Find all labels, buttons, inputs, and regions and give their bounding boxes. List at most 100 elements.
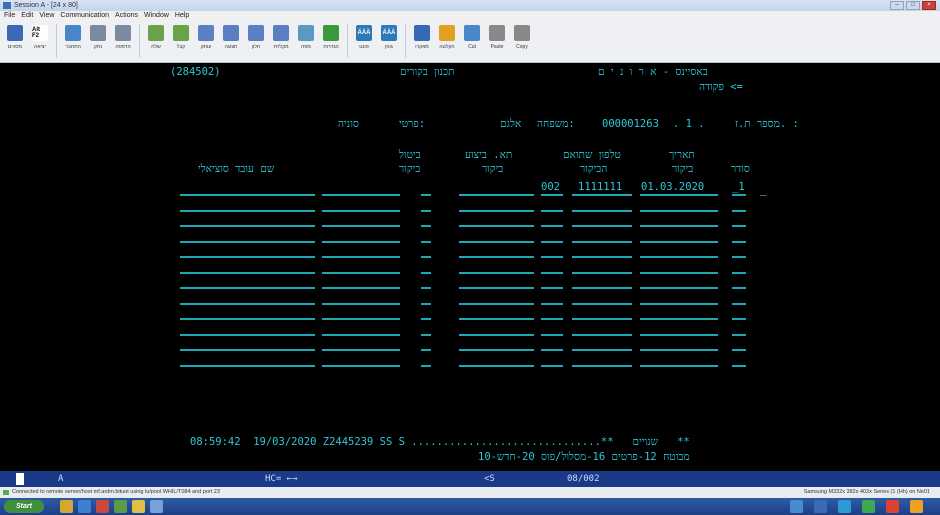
toolbar-button-map[interactable]: מפה xyxy=(295,24,317,58)
input-field-underline[interactable] xyxy=(322,364,400,367)
toolbar-button-cut[interactable]: Cut xyxy=(461,24,483,58)
row1-visit-date[interactable]: 01.03.2020 xyxy=(641,181,704,193)
toolbar-button-monitor[interactable]: מסכים xyxy=(4,24,26,58)
menu-help[interactable]: Help xyxy=(175,11,189,21)
input-field-underline[interactable] xyxy=(421,225,431,227)
input-field-underline[interactable] xyxy=(572,364,632,367)
menu-edit[interactable]: Edit xyxy=(21,11,33,21)
input-field-underline[interactable] xyxy=(322,240,400,243)
input-field-underline[interactable] xyxy=(421,364,431,367)
input-field-underline[interactable] xyxy=(322,225,400,227)
toolbar-button-connect[interactable]: התחבר xyxy=(62,24,84,58)
input-field-underline[interactable] xyxy=(732,287,746,289)
input-field-underline[interactable] xyxy=(541,225,563,227)
toolbar-button-screen[interactable]: תצוגה xyxy=(220,24,242,58)
input-field-underline[interactable] xyxy=(640,302,718,305)
input-field-underline[interactable] xyxy=(572,194,632,196)
input-field-underline[interactable] xyxy=(572,225,632,227)
maximize-button[interactable]: □ xyxy=(906,1,920,10)
input-field-underline[interactable] xyxy=(459,194,534,196)
start-button[interactable]: Start xyxy=(4,500,44,513)
input-field-underline[interactable] xyxy=(640,256,718,258)
input-field-underline[interactable] xyxy=(421,318,431,320)
input-field-underline[interactable] xyxy=(180,302,315,305)
input-field-underline[interactable] xyxy=(421,256,431,258)
input-field-underline[interactable] xyxy=(640,349,718,351)
input-field-underline[interactable] xyxy=(732,225,746,227)
input-field-underline[interactable] xyxy=(732,256,746,258)
input-field-underline[interactable] xyxy=(640,209,718,212)
input-field-underline[interactable] xyxy=(732,302,746,305)
input-field-underline[interactable] xyxy=(180,287,315,289)
toolbar-button-aaa[interactable]: ÄÄÄ פונט xyxy=(353,24,375,58)
tray-icon-5[interactable] xyxy=(886,500,899,513)
input-field-underline[interactable] xyxy=(640,287,718,289)
input-field-underline[interactable] xyxy=(640,318,718,320)
input-field-underline[interactable] xyxy=(459,240,534,243)
input-field-underline[interactable] xyxy=(180,364,315,367)
toolbar-button-settings[interactable]: הגדרות xyxy=(320,24,342,58)
menu-file[interactable]: File xyxy=(4,11,15,21)
input-field-underline[interactable] xyxy=(180,194,315,196)
ie-icon[interactable] xyxy=(78,500,91,513)
menu-actions[interactable]: Actions xyxy=(115,11,138,21)
input-field-underline[interactable] xyxy=(640,240,718,243)
app-icon-4[interactable] xyxy=(150,500,163,513)
input-field-underline[interactable] xyxy=(572,271,632,274)
app-icon-2[interactable] xyxy=(114,500,127,513)
toolbar-button-macro[interactable]: מאקרו xyxy=(411,24,433,58)
input-field-underline[interactable] xyxy=(322,194,400,196)
input-field-underline[interactable] xyxy=(322,287,400,289)
input-field-underline[interactable] xyxy=(572,318,632,320)
input-field-underline[interactable] xyxy=(640,271,718,274)
input-field-underline[interactable] xyxy=(572,333,632,336)
input-field-underline[interactable] xyxy=(459,302,534,305)
input-field-underline[interactable] xyxy=(640,225,718,227)
input-field-underline[interactable] xyxy=(459,271,534,274)
app-icon-3[interactable] xyxy=(132,500,145,513)
input-field-underline[interactable] xyxy=(572,209,632,212)
input-field-underline[interactable] xyxy=(459,364,534,367)
input-field-underline[interactable] xyxy=(541,364,563,367)
input-field-underline[interactable] xyxy=(180,271,315,274)
tray-icon-1[interactable] xyxy=(790,500,803,513)
input-field-underline[interactable] xyxy=(421,349,431,351)
toolbar-button-aaa-bold[interactable]: ÄÄÄ גופן xyxy=(378,24,400,58)
toolbar-button-paste[interactable]: Paste xyxy=(486,24,508,58)
input-field-underline[interactable] xyxy=(421,302,431,305)
input-field-underline[interactable] xyxy=(640,333,718,336)
menu-view[interactable]: View xyxy=(39,11,54,21)
tray-icon-3[interactable] xyxy=(838,500,851,513)
input-field-underline[interactable] xyxy=(459,287,534,289)
input-field-underline[interactable] xyxy=(421,333,431,336)
toolbar-button-print[interactable]: הדפסה xyxy=(112,24,134,58)
input-field-underline[interactable] xyxy=(180,318,315,320)
toolbar-button-window[interactable]: חלון xyxy=(245,24,267,58)
input-field-underline[interactable] xyxy=(541,256,563,258)
input-field-underline[interactable] xyxy=(322,318,400,320)
input-field-underline[interactable] xyxy=(541,194,563,196)
input-field-underline[interactable] xyxy=(180,240,315,243)
input-field-underline[interactable] xyxy=(541,271,563,274)
tray-icon-2[interactable] xyxy=(814,500,827,513)
menu-window[interactable]: Window xyxy=(144,11,169,21)
input-field-underline[interactable] xyxy=(421,287,431,289)
input-field-underline[interactable] xyxy=(572,256,632,258)
input-field-underline[interactable] xyxy=(322,333,400,336)
input-field-underline[interactable] xyxy=(459,333,534,336)
input-field-underline[interactable] xyxy=(322,349,400,351)
row1-serial[interactable]: _1 xyxy=(732,181,745,193)
toolbar-button-alt-f2-key[interactable]: Alt F2 יציאה xyxy=(29,24,51,58)
close-button[interactable]: × xyxy=(922,1,936,10)
input-field-underline[interactable] xyxy=(180,225,315,227)
input-field-underline[interactable] xyxy=(732,364,746,367)
input-field-underline[interactable] xyxy=(180,349,315,351)
input-field-underline[interactable] xyxy=(541,209,563,212)
input-field-underline[interactable] xyxy=(541,318,563,320)
input-field-underline[interactable] xyxy=(572,302,632,305)
input-field-underline[interactable] xyxy=(322,209,400,212)
input-field-underline[interactable] xyxy=(732,194,746,196)
input-field-underline[interactable] xyxy=(541,333,563,336)
row1-code[interactable]: 002 xyxy=(541,181,560,193)
input-field-underline[interactable] xyxy=(459,318,534,320)
